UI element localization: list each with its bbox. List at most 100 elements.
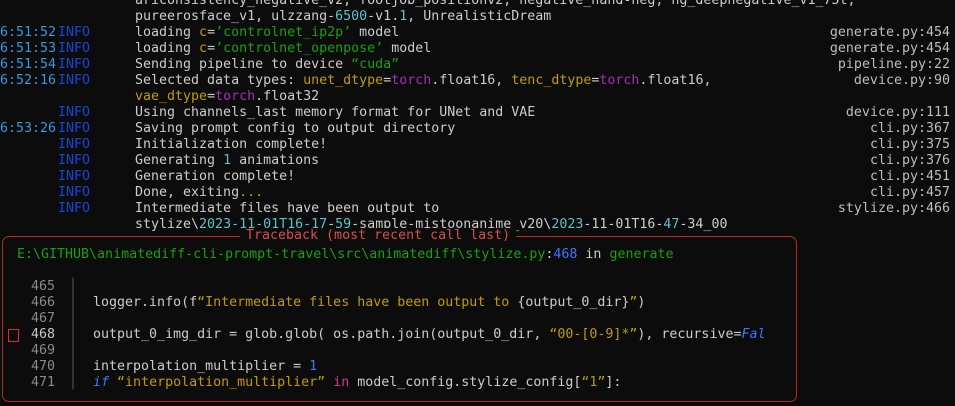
log-source-ref: stylize.py:466 xyxy=(837,201,950,216)
log-row: ariconsistency_negative_v2, footjob_posi… xyxy=(0,0,955,9)
log-message: ariconsistency_negative_v2, footjob_posi… xyxy=(135,0,856,9)
text-segment: .float16, xyxy=(431,73,512,88)
code-text: output_0_img_dir = glob.glob( os.path.jo… xyxy=(93,327,765,343)
error-marker-cell xyxy=(3,279,29,295)
code-lines: 465 │ 466 │ logger.info(f“Intermediate files… xyxy=(3,279,796,391)
text-segment: .float16, xyxy=(639,73,712,88)
log-source-ref: device.py:111 xyxy=(845,105,950,120)
text-segment: animations xyxy=(231,153,320,168)
line-number: 467 xyxy=(30,311,55,326)
background-gap xyxy=(0,402,955,406)
code-line: 470 │ interpolation_multiplier = 1 xyxy=(3,359,796,375)
log-row: 16:52:16INFO Selected data types: unet_dt… xyxy=(0,73,955,89)
text-segment: “1” xyxy=(581,375,606,390)
log-message: loading c=’controlnet_ip2p’ model xyxy=(135,25,399,41)
column-separator: │ xyxy=(69,327,78,342)
text-segment: 6500 xyxy=(335,9,368,24)
log-time xyxy=(0,0,56,9)
log-message: loading c=’controlnet_openpose’ model xyxy=(135,41,431,57)
text-segment: -34_00 xyxy=(679,217,728,232)
text-segment: : xyxy=(545,247,554,262)
code-line: 469 │ xyxy=(3,343,796,359)
column-separator: │ xyxy=(69,359,78,374)
log-time xyxy=(0,105,56,121)
text-segment xyxy=(325,375,333,390)
log-level: INFO xyxy=(58,73,91,88)
log-message: Generating 1 animations xyxy=(135,153,319,169)
text-segment: Intermediate files have been output to xyxy=(135,201,440,216)
text-segment: torch xyxy=(599,73,640,88)
text-segment: tenc_dtype xyxy=(511,73,592,88)
column-separator: │ xyxy=(69,279,78,294)
text-segment: = xyxy=(383,73,392,88)
log-message: Using channels_last memory format for UN… xyxy=(135,105,535,121)
text-segment: stylize\ xyxy=(135,217,200,232)
log-message: Saving prompt config to output directory xyxy=(135,121,455,137)
text-segment: model xyxy=(383,41,432,56)
text-segment: ) xyxy=(637,295,646,310)
log-row: INFO Done, exiting... cli.py:457 xyxy=(0,185,955,201)
log-message: Generation complete! xyxy=(135,169,295,185)
text-segment: output_0_img_dir = glob.glob( os.path.jo… xyxy=(93,327,550,342)
log-level: INFO xyxy=(58,41,91,56)
log-source-ref: cli.py:451 xyxy=(869,169,950,184)
text-segment: -v1. xyxy=(367,9,400,24)
code-text: logger.info(f“Intermediate files have be… xyxy=(93,295,645,311)
log-row: INFO Initialization complete! cli.py:375 xyxy=(0,137,955,153)
log-row: vae_dtype=torch.float32 xyxy=(0,89,955,105)
log-row: INFO Generating 1 animations cli.py:376 xyxy=(0,153,955,169)
text-segment: Sending pipeline to device xyxy=(135,57,352,72)
log-level: INFO xyxy=(58,25,91,40)
text-segment: if xyxy=(93,375,118,390)
log-area: ariconsistency_negative_v2, footjob_posi… xyxy=(0,0,955,233)
log-row: INFO Using channels_last memory format fo… xyxy=(0,105,955,121)
text-segment: .float32 xyxy=(255,89,320,104)
text-segment: “cuda” xyxy=(351,57,400,72)
log-time xyxy=(0,169,56,185)
log-time xyxy=(0,9,56,25)
text-segment: ... xyxy=(239,185,264,200)
text-segment: “Intermediate files have been output to xyxy=(197,295,518,310)
log-time xyxy=(0,137,56,153)
log-level: INFO xyxy=(58,105,91,120)
column-separator: │ xyxy=(69,343,78,358)
traceback-header: E:\GITHUB\animatediff-cli-prompt-travel\… xyxy=(3,247,796,263)
log-level: INFO xyxy=(58,185,91,200)
text-segment: logger.info(f xyxy=(93,295,198,310)
text-segment: c xyxy=(199,25,208,40)
log-level xyxy=(56,0,135,9)
log-message: pureerosface_v1, ulzzang-6500-v1.1, Unre… xyxy=(135,9,551,25)
line-number: 470 xyxy=(30,359,55,374)
text-segment: “interpolation_multiplier” xyxy=(117,375,326,390)
code-line: 465 │ xyxy=(3,279,796,295)
log-source-ref: generate.py:454 xyxy=(829,41,950,56)
text-segment: loading xyxy=(135,25,200,40)
text-segment: c xyxy=(199,41,208,56)
text-segment: Initialization complete! xyxy=(135,137,328,152)
log-message: Intermediate files have been output to xyxy=(135,201,439,217)
text-segment: in xyxy=(577,247,610,262)
log-time xyxy=(0,217,56,233)
text-segment: , UnrealisticDream xyxy=(407,9,552,24)
code-text: interpolation_multiplier = 1 xyxy=(93,359,317,375)
text-segment: torch xyxy=(391,73,432,88)
error-marker-icon xyxy=(8,329,19,342)
text-segment: 1 xyxy=(309,359,318,374)
column-separator: │ xyxy=(69,311,78,326)
text-segment: interpolation_multiplier = xyxy=(93,359,310,374)
log-level: INFO xyxy=(58,169,91,184)
text-segment: = xyxy=(207,89,216,104)
log-source-ref: cli.py:457 xyxy=(869,185,950,200)
terminal-window[interactable]: ariconsistency_negative_v2, footjob_posi… xyxy=(0,0,955,406)
text-segment: model xyxy=(351,25,400,40)
text-segment: model_config.stylize_config[ xyxy=(349,375,582,390)
log-message: Done, exiting... xyxy=(135,185,263,201)
traceback-panel: Traceback (most recent call last) E:\GIT… xyxy=(2,228,797,402)
text-segment: 468 xyxy=(553,247,578,262)
text-segment: ariconsistency_negative_v2, footjob_posi… xyxy=(135,0,856,8)
text-segment: -11-01T16- xyxy=(583,217,664,232)
log-level: INFO xyxy=(58,137,91,152)
log-row: INFO Intermediate files have been output … xyxy=(0,201,955,217)
text-segment: Generation complete! xyxy=(135,169,296,184)
log-level xyxy=(56,89,135,105)
